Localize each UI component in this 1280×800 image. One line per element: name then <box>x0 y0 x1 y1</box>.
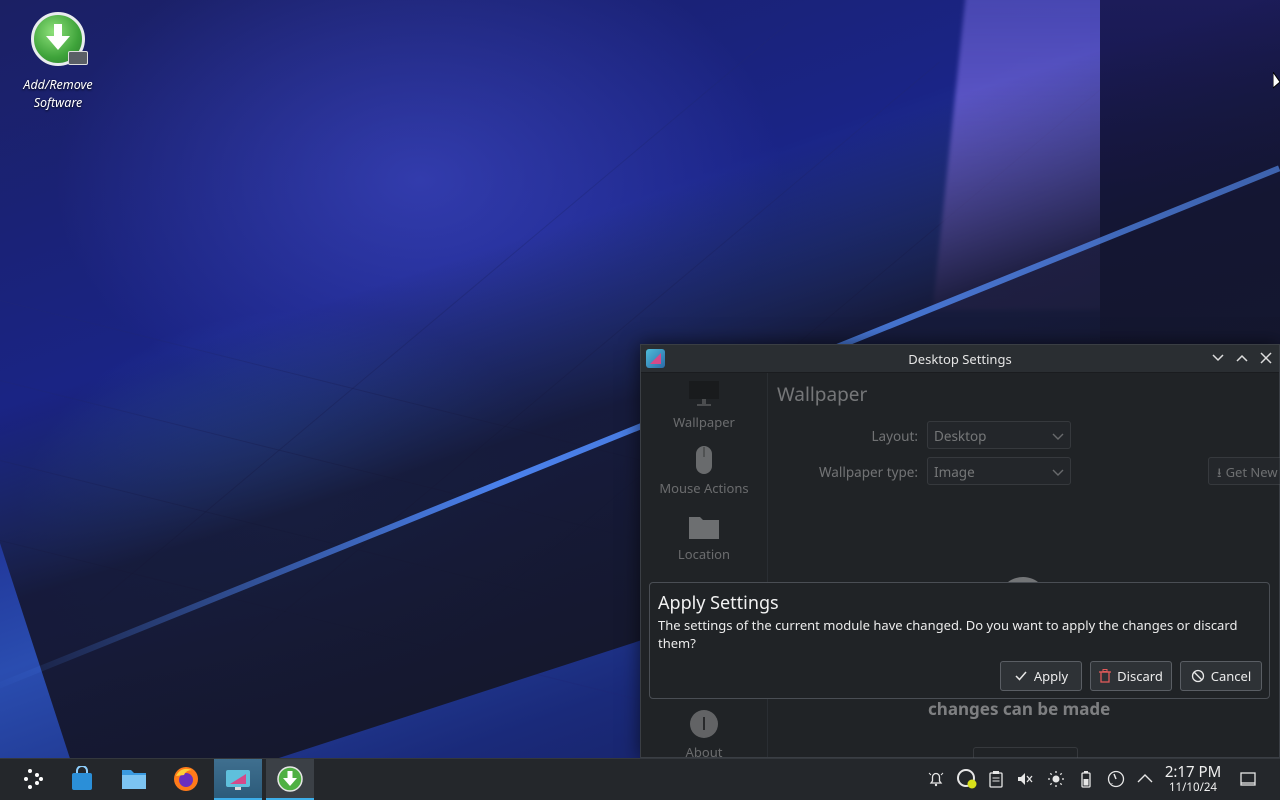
layout-select[interactable]: Desktop <box>927 421 1071 449</box>
show-desktop-icon[interactable] <box>1239 770 1257 788</box>
get-new-plugins-label: Get New Plugins... <box>1225 463 1280 481</box>
shopping-bag-icon <box>72 766 92 790</box>
folder-icon <box>688 511 720 541</box>
window-title: Desktop Settings <box>908 350 1012 368</box>
settings-sidebar: Wallpaper Mouse Actions Location About <box>641 373 768 761</box>
close-icon <box>1260 352 1272 364</box>
minimize-button[interactable] <box>1211 351 1225 365</box>
sidebar-item-label: Location <box>677 545 731 563</box>
discard-button-label: Discard <box>1117 667 1163 685</box>
get-new-plugins-button[interactable]: ⭳Get New Plugins... <box>1208 457 1280 485</box>
sidebar-item-location[interactable]: Location <box>641 511 767 563</box>
cancel-button[interactable]: Cancel <box>1180 661 1262 691</box>
taskbar-add-remove-software[interactable] <box>266 759 314 800</box>
taskbar-file-manager[interactable] <box>110 759 158 800</box>
firefox-icon <box>174 767 198 791</box>
chevron-up-icon[interactable] <box>1136 770 1154 788</box>
sidebar-item-mouse-actions[interactable]: Mouse Actions <box>641 445 767 497</box>
download-icon <box>31 12 88 66</box>
chevron-up-icon <box>1236 354 1248 362</box>
mouse-icon <box>688 445 720 475</box>
window-content: Wallpaper Mouse Actions Location About W… <box>641 373 1280 764</box>
sidebar-item-about[interactable]: About <box>641 709 767 761</box>
info-icon <box>688 709 720 739</box>
close-button[interactable] <box>1259 351 1273 365</box>
layout-select-value: Desktop <box>934 427 987 445</box>
sidebar-item-label: Wallpaper <box>673 413 735 431</box>
battery-icon[interactable] <box>1077 770 1095 788</box>
clock-date: 11/10/24 <box>1168 780 1218 795</box>
apply-button[interactable]: Apply <box>1000 661 1082 691</box>
cancel-button-label: Cancel <box>1210 667 1252 685</box>
window-titlebar[interactable]: Desktop Settings <box>641 345 1279 373</box>
sidebar-item-wallpaper[interactable]: Wallpaper <box>641 379 767 431</box>
page-title: Wallpaper <box>777 381 868 407</box>
maximize-button[interactable] <box>1235 351 1249 365</box>
layout-label: Layout: <box>871 427 918 445</box>
clipboard-icon[interactable] <box>987 770 1005 788</box>
steam-update-icon[interactable] <box>956 768 978 790</box>
chevron-down-icon <box>1052 433 1064 440</box>
clock[interactable]: 2:17 PM 11/10/24 <box>1160 764 1226 795</box>
checkmark-icon <box>1015 671 1027 681</box>
download-icon: ⭳ <box>1217 463 1222 481</box>
application-launcher[interactable] <box>10 759 58 800</box>
wallpaper-type-label: Wallpaper type: <box>819 463 918 481</box>
taskbar-firefox[interactable] <box>162 759 210 800</box>
cancel-icon <box>1191 669 1204 683</box>
dialog-title: Apply Settings <box>658 591 779 615</box>
performance-gauge-icon[interactable] <box>1107 770 1125 788</box>
chevron-down-icon <box>1212 354 1224 362</box>
volume-muted-icon[interactable] <box>1016 770 1034 788</box>
discard-button[interactable]: Discard <box>1090 661 1172 691</box>
folder-icon <box>122 770 146 789</box>
apply-button-label: Apply <box>1033 667 1069 685</box>
trash-icon <box>1099 669 1112 683</box>
chevron-down-icon <box>1052 469 1064 476</box>
dialog-message: The settings of the current module have … <box>658 616 1238 652</box>
wallpaper-type-select[interactable]: Image <box>927 457 1071 485</box>
taskbar-desktop-settings[interactable] <box>214 759 262 800</box>
sidebar-item-label: Mouse Actions <box>659 479 749 497</box>
clock-time: 2:17 PM <box>1164 762 1222 782</box>
monitor-icon <box>688 379 720 409</box>
taskbar: 2:17 PM 11/10/24 <box>0 758 1280 800</box>
background-message: changes can be made <box>928 697 1111 720</box>
desktop-icon-label: Add/Remove Software <box>23 76 93 111</box>
mouse-cursor-icon <box>1273 72 1280 89</box>
download-icon <box>277 766 303 792</box>
wallpaper-type-select-value: Image <box>934 463 975 481</box>
desktop-settings-app-icon <box>226 770 250 790</box>
desktop-icon-add-remove-software[interactable]: Add/Remove Software <box>14 12 102 112</box>
apply-settings-dialog: Apply Settings The settings of the curre… <box>649 582 1270 699</box>
settings-main-area: Wallpaper Layout: Desktop Wallpaper type… <box>768 373 1280 764</box>
steamdeck-launcher-icon <box>24 769 43 789</box>
notifications-icon[interactable] <box>927 770 945 788</box>
brightness-icon[interactable] <box>1047 770 1065 788</box>
taskbar-discover[interactable] <box>58 759 106 800</box>
